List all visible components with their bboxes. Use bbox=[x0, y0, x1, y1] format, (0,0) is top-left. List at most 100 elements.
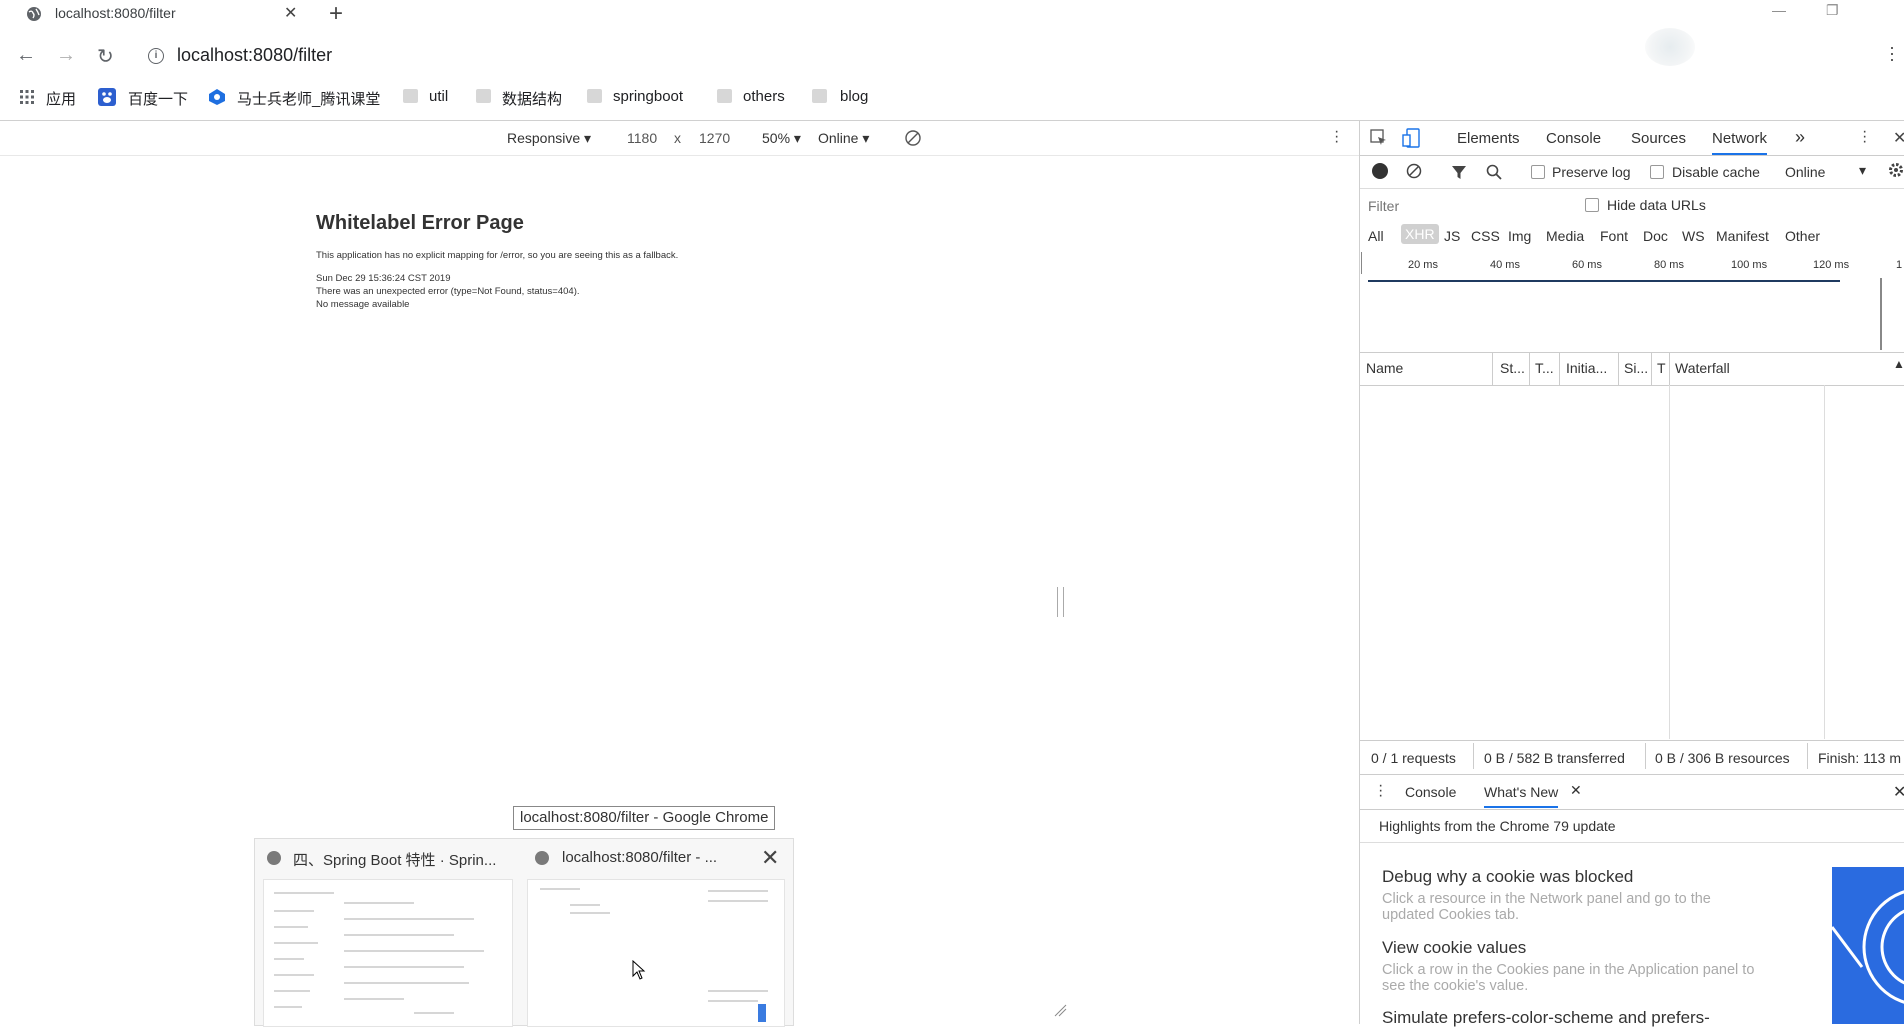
chrome-menu-icon[interactable]: · · · bbox=[1888, 38, 1896, 68]
overview-marker bbox=[1361, 252, 1362, 274]
inspect-element-icon[interactable] bbox=[1370, 129, 1388, 147]
corner-resize-handle[interactable] bbox=[1053, 1003, 1067, 1017]
illustration-arcs bbox=[1832, 890, 1904, 1004]
type-filter-all[interactable]: All bbox=[1368, 228, 1384, 244]
taskbar-preview-panel: 四、Spring Boot 特性 · Sprin... localhost:80… bbox=[254, 838, 794, 1027]
disable-cache-checkbox[interactable] bbox=[1650, 165, 1664, 179]
address-bar[interactable]: localhost:8080/filter bbox=[177, 45, 332, 66]
settings-gear-icon[interactable] bbox=[1888, 162, 1904, 178]
drawer-tab-close-icon[interactable]: ✕ bbox=[1570, 782, 1582, 799]
hide-data-urls-checkbox[interactable] bbox=[1585, 198, 1599, 212]
extension-icon[interactable] bbox=[1845, 44, 1859, 62]
resource-type-filters bbox=[1360, 224, 1904, 250]
drawer-menu-icon[interactable]: · · · bbox=[1378, 778, 1383, 804]
folder-icon bbox=[717, 89, 732, 103]
tab-elements[interactable]: Elements bbox=[1457, 130, 1520, 147]
timeline-tick: 120 ms bbox=[1813, 259, 1850, 271]
filter-input[interactable] bbox=[1366, 196, 1520, 216]
timeline-tick: 60 ms bbox=[1572, 259, 1602, 271]
bookmark-util[interactable]: util bbox=[429, 88, 448, 105]
bookmark-others[interactable]: others bbox=[743, 88, 785, 105]
zoom-select[interactable]: 50% ▾ bbox=[762, 130, 801, 147]
type-filter-font[interactable]: Font bbox=[1600, 228, 1628, 244]
device-height-input[interactable]: 1270 bbox=[699, 130, 730, 146]
column-size[interactable]: Si... bbox=[1624, 360, 1648, 376]
bookmark-apps[interactable]: 应用 bbox=[46, 88, 76, 109]
browser-tab[interactable]: localhost:8080/filter ✕ bbox=[0, 0, 310, 28]
whats-new-heading: Highlights from the Chrome 79 update bbox=[1379, 818, 1616, 834]
type-filter-xhr[interactable]: XHR bbox=[1401, 224, 1439, 244]
type-filter-other[interactable]: Other bbox=[1785, 228, 1820, 244]
chrome-icon bbox=[267, 851, 281, 865]
column-time[interactable]: T bbox=[1657, 360, 1666, 376]
tab-close-icon[interactable]: ✕ bbox=[284, 3, 297, 23]
preview-window-title[interactable]: 四、Spring Boot 特性 · Sprin... bbox=[293, 849, 496, 870]
column-initiator[interactable]: Initia... bbox=[1566, 360, 1607, 376]
device-mode-select[interactable]: Responsive ▾ bbox=[507, 130, 591, 147]
new-tab-button[interactable]: + bbox=[329, 0, 343, 28]
forward-button[interactable]: → bbox=[56, 44, 76, 67]
tab-sources[interactable]: Sources bbox=[1631, 130, 1686, 147]
back-button[interactable]: ← bbox=[16, 44, 36, 67]
whats-new-item-title[interactable]: View cookie values bbox=[1382, 938, 1526, 958]
column-separator bbox=[1824, 385, 1825, 739]
rotate-icon[interactable] bbox=[904, 129, 922, 147]
bookmark-springboot[interactable]: springboot bbox=[613, 88, 683, 105]
preserve-log-label: Preserve log bbox=[1552, 164, 1631, 180]
whats-new-item-title[interactable]: Simulate prefers-color-scheme and prefer… bbox=[1382, 1008, 1710, 1028]
network-throttle-select[interactable]: Online ▾ bbox=[818, 130, 869, 147]
viewport-resize-handle[interactable] bbox=[1057, 587, 1064, 617]
more-tabs-icon[interactable]: » bbox=[1795, 127, 1805, 148]
preview-close-icon[interactable]: ✕ bbox=[761, 845, 779, 871]
drawer-tab-whats-new[interactable]: What's New bbox=[1484, 784, 1559, 808]
tab-console[interactable]: Console bbox=[1546, 130, 1601, 147]
drawer-tab-console[interactable]: Console bbox=[1405, 784, 1456, 800]
profile-avatar[interactable] bbox=[1645, 28, 1695, 66]
record-icon[interactable] bbox=[1372, 163, 1388, 179]
bookmark-blog[interactable]: blog bbox=[840, 88, 868, 105]
throttle-select[interactable]: Online bbox=[1785, 164, 1825, 180]
preview-window-title[interactable]: localhost:8080/filter - ... bbox=[562, 849, 717, 866]
column-separator bbox=[1618, 353, 1619, 385]
reload-button[interactable]: ↻ bbox=[97, 44, 114, 69]
bookmark-baidu[interactable]: 百度一下 bbox=[128, 88, 188, 109]
sort-ascending-icon[interactable]: ▲ bbox=[1893, 357, 1904, 371]
throttle-dropdown-icon[interactable]: ▾ bbox=[1859, 162, 1866, 179]
drawer-close-icon[interactable]: ✕ bbox=[1893, 782, 1904, 802]
search-icon[interactable] bbox=[1486, 164, 1502, 180]
devtools-close-icon[interactable]: ✕ bbox=[1893, 128, 1904, 148]
site-info-icon[interactable]: i bbox=[148, 48, 164, 64]
type-filter-img[interactable]: Img bbox=[1508, 228, 1531, 244]
status-separator bbox=[1645, 743, 1646, 769]
device-width-input[interactable]: 1180 bbox=[627, 130, 657, 146]
type-filter-ws[interactable]: WS bbox=[1682, 228, 1705, 244]
column-type[interactable]: T... bbox=[1535, 360, 1554, 376]
type-filter-css[interactable]: CSS bbox=[1471, 228, 1500, 244]
column-waterfall[interactable]: Waterfall bbox=[1675, 360, 1730, 376]
type-filter-manifest[interactable]: Manifest bbox=[1716, 228, 1769, 244]
restore-button[interactable]: ❐ bbox=[1826, 2, 1839, 19]
status-finish: Finish: 113 m bbox=[1818, 750, 1901, 766]
column-status[interactable]: St... bbox=[1500, 360, 1525, 376]
devtools-menu-icon[interactable]: · · · bbox=[1862, 124, 1867, 150]
overview-timeline-bar bbox=[1368, 280, 1840, 282]
whats-new-item-title[interactable]: Debug why a cookie was blocked bbox=[1382, 867, 1633, 887]
type-filter-media[interactable]: Media bbox=[1546, 228, 1584, 244]
device-toolbar-more-icon[interactable]: · · · bbox=[1334, 124, 1339, 150]
type-filter-js[interactable]: JS bbox=[1444, 228, 1460, 244]
overview-scrollbar[interactable] bbox=[1880, 278, 1882, 350]
preserve-log-checkbox[interactable] bbox=[1531, 165, 1545, 179]
column-name[interactable]: Name bbox=[1366, 360, 1403, 376]
preview-thumbnail[interactable] bbox=[527, 879, 785, 1027]
minimize-button[interactable]: — bbox=[1772, 2, 1786, 18]
preview-thumbnail[interactable] bbox=[263, 879, 513, 1027]
error-timestamp: Sun Dec 29 15:36:24 CST 2019 bbox=[316, 273, 451, 284]
bookmark-data-structures[interactable]: 数据结构 bbox=[502, 88, 562, 109]
clear-icon[interactable] bbox=[1406, 163, 1422, 179]
timeline-tick: 20 ms bbox=[1408, 259, 1438, 271]
bookmark-tencent[interactable]: 马士兵老师_腾讯课堂 bbox=[237, 88, 380, 109]
tab-network[interactable]: Network bbox=[1712, 130, 1768, 155]
type-filter-doc[interactable]: Doc bbox=[1643, 228, 1668, 244]
device-toggle-icon[interactable] bbox=[1402, 128, 1420, 148]
filter-icon[interactable] bbox=[1451, 164, 1467, 180]
